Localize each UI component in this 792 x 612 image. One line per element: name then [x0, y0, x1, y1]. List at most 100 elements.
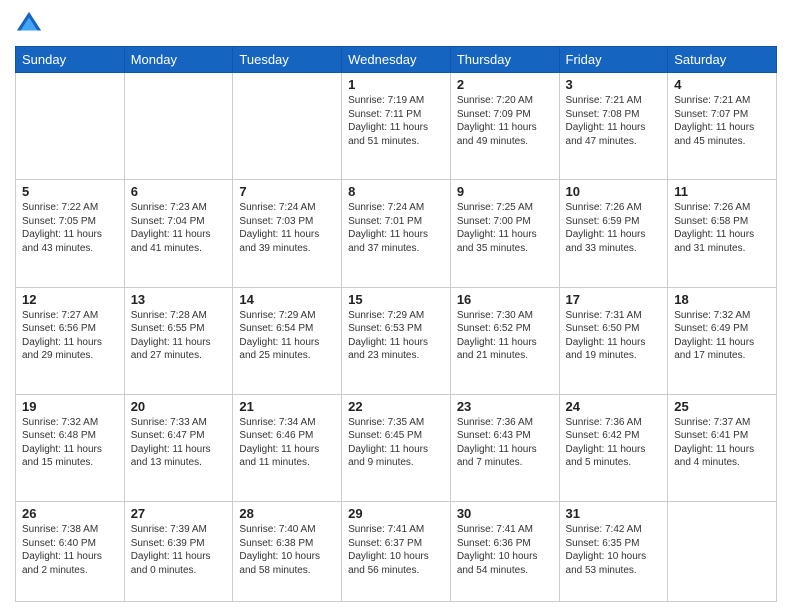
day-number: 24 [566, 399, 662, 414]
day-info: Sunrise: 7:21 AM Sunset: 7:07 PM Dayligh… [674, 94, 770, 148]
calendar-week-2: 12 Sunrise: 7:27 AM Sunset: 6:56 PM Dayli… [16, 287, 777, 394]
day-number: 20 [131, 399, 227, 414]
logo [15, 10, 45, 38]
calendar-header-monday: Monday [124, 47, 233, 73]
calendar-cell: 18 Sunrise: 7:32 AM Sunset: 6:49 PM Dayli… [668, 287, 777, 394]
calendar-cell: 8 Sunrise: 7:24 AM Sunset: 7:01 PM Daylig… [342, 180, 451, 287]
day-info: Sunrise: 7:36 AM Sunset: 6:43 PM Dayligh… [457, 416, 553, 470]
day-number: 15 [348, 292, 444, 307]
calendar-cell: 24 Sunrise: 7:36 AM Sunset: 6:42 PM Dayli… [559, 394, 668, 501]
day-info: Sunrise: 7:42 AM Sunset: 6:35 PM Dayligh… [566, 523, 662, 577]
day-info: Sunrise: 7:32 AM Sunset: 6:49 PM Dayligh… [674, 309, 770, 363]
day-number: 27 [131, 506, 227, 521]
day-number: 22 [348, 399, 444, 414]
calendar-header-friday: Friday [559, 47, 668, 73]
day-number: 17 [566, 292, 662, 307]
day-info: Sunrise: 7:23 AM Sunset: 7:04 PM Dayligh… [131, 201, 227, 255]
day-number: 12 [22, 292, 118, 307]
day-info: Sunrise: 7:26 AM Sunset: 6:58 PM Dayligh… [674, 201, 770, 255]
day-info: Sunrise: 7:33 AM Sunset: 6:47 PM Dayligh… [131, 416, 227, 470]
day-number: 13 [131, 292, 227, 307]
day-number: 10 [566, 184, 662, 199]
calendar-cell: 17 Sunrise: 7:31 AM Sunset: 6:50 PM Dayli… [559, 287, 668, 394]
day-number: 30 [457, 506, 553, 521]
day-number: 14 [239, 292, 335, 307]
day-number: 31 [566, 506, 662, 521]
calendar-cell: 31 Sunrise: 7:42 AM Sunset: 6:35 PM Dayli… [559, 502, 668, 602]
calendar-cell: 11 Sunrise: 7:26 AM Sunset: 6:58 PM Dayli… [668, 180, 777, 287]
calendar-cell: 23 Sunrise: 7:36 AM Sunset: 6:43 PM Dayli… [450, 394, 559, 501]
day-info: Sunrise: 7:29 AM Sunset: 6:53 PM Dayligh… [348, 309, 444, 363]
calendar-cell: 22Sunrise: 7:35 AM Sunset: 6:45 PM Dayli… [342, 394, 451, 501]
day-info: Sunrise: 7:36 AM Sunset: 6:42 PM Dayligh… [566, 416, 662, 470]
calendar-week-0: 1 Sunrise: 7:19 AM Sunset: 7:11 PM Daylig… [16, 73, 777, 180]
day-number: 5 [22, 184, 118, 199]
calendar-cell: 20 Sunrise: 7:33 AM Sunset: 6:47 PM Dayli… [124, 394, 233, 501]
day-number: 26 [22, 506, 118, 521]
day-info: Sunrise: 7:30 AM Sunset: 6:52 PM Dayligh… [457, 309, 553, 363]
calendar-cell: 14 Sunrise: 7:29 AM Sunset: 6:54 PM Dayli… [233, 287, 342, 394]
day-number: 25 [674, 399, 770, 414]
day-info: Sunrise: 7:21 AM Sunset: 7:08 PM Dayligh… [566, 94, 662, 148]
day-info: Sunrise: 7:19 AM Sunset: 7:11 PM Dayligh… [348, 94, 444, 148]
day-info: Sunrise: 7:31 AM Sunset: 6:50 PM Dayligh… [566, 309, 662, 363]
calendar-week-4: 26 Sunrise: 7:38 AM Sunset: 6:40 PM Dayli… [16, 502, 777, 602]
day-info: Sunrise: 7:34 AM Sunset: 6:46 PM Dayligh… [239, 416, 335, 470]
day-info: Sunrise: 7:25 AM Sunset: 7:00 PM Dayligh… [457, 201, 553, 255]
calendar-cell: 29 Sunrise: 7:41 AM Sunset: 6:37 PM Dayli… [342, 502, 451, 602]
day-number: 9 [457, 184, 553, 199]
page-container: SundayMondayTuesdayWednesdayThursdayFrid… [0, 0, 792, 612]
calendar-header-sunday: Sunday [16, 47, 125, 73]
day-number: 2 [457, 77, 553, 92]
day-info: Sunrise: 7:24 AM Sunset: 7:01 PM Dayligh… [348, 201, 444, 255]
calendar-cell: 19 Sunrise: 7:32 AM Sunset: 6:48 PM Dayli… [16, 394, 125, 501]
calendar-cell: 16 Sunrise: 7:30 AM Sunset: 6:52 PM Dayli… [450, 287, 559, 394]
day-number: 29 [348, 506, 444, 521]
calendar-cell [16, 73, 125, 180]
day-number: 1 [348, 77, 444, 92]
calendar-cell: 2Sunrise: 7:20 AM Sunset: 7:09 PM Daylig… [450, 73, 559, 180]
calendar-cell: 3 Sunrise: 7:21 AM Sunset: 7:08 PM Daylig… [559, 73, 668, 180]
calendar-cell: 10 Sunrise: 7:26 AM Sunset: 6:59 PM Dayli… [559, 180, 668, 287]
day-info: Sunrise: 7:41 AM Sunset: 6:37 PM Dayligh… [348, 523, 444, 577]
day-info: Sunrise: 7:29 AM Sunset: 6:54 PM Dayligh… [239, 309, 335, 363]
calendar-cell: 15 Sunrise: 7:29 AM Sunset: 6:53 PM Dayli… [342, 287, 451, 394]
day-number: 18 [674, 292, 770, 307]
calendar-cell: 25 Sunrise: 7:37 AM Sunset: 6:41 PM Dayli… [668, 394, 777, 501]
day-info: Sunrise: 7:37 AM Sunset: 6:41 PM Dayligh… [674, 416, 770, 470]
day-info: Sunrise: 7:32 AM Sunset: 6:48 PM Dayligh… [22, 416, 118, 470]
day-number: 3 [566, 77, 662, 92]
calendar-header-tuesday: Tuesday [233, 47, 342, 73]
day-info: Sunrise: 7:38 AM Sunset: 6:40 PM Dayligh… [22, 523, 118, 577]
day-number: 8 [348, 184, 444, 199]
calendar-header-wednesday: Wednesday [342, 47, 451, 73]
calendar-cell: 30 Sunrise: 7:41 AM Sunset: 6:36 PM Dayli… [450, 502, 559, 602]
day-info: Sunrise: 7:27 AM Sunset: 6:56 PM Dayligh… [22, 309, 118, 363]
calendar-cell: 13Sunrise: 7:28 AM Sunset: 6:55 PM Dayli… [124, 287, 233, 394]
calendar-cell: 5 Sunrise: 7:22 AM Sunset: 7:05 PM Daylig… [16, 180, 125, 287]
day-info: Sunrise: 7:41 AM Sunset: 6:36 PM Dayligh… [457, 523, 553, 577]
day-number: 16 [457, 292, 553, 307]
day-number: 23 [457, 399, 553, 414]
calendar-cell: 21Sunrise: 7:34 AM Sunset: 6:46 PM Dayli… [233, 394, 342, 501]
day-info: Sunrise: 7:24 AM Sunset: 7:03 PM Dayligh… [239, 201, 335, 255]
calendar-cell: 27Sunrise: 7:39 AM Sunset: 6:39 PM Dayli… [124, 502, 233, 602]
day-number: 11 [674, 184, 770, 199]
header [15, 10, 777, 38]
calendar-cell: 9 Sunrise: 7:25 AM Sunset: 7:00 PM Daylig… [450, 180, 559, 287]
day-info: Sunrise: 7:40 AM Sunset: 6:38 PM Dayligh… [239, 523, 335, 577]
calendar-cell: 28Sunrise: 7:40 AM Sunset: 6:38 PM Dayli… [233, 502, 342, 602]
calendar-cell [233, 73, 342, 180]
day-info: Sunrise: 7:22 AM Sunset: 7:05 PM Dayligh… [22, 201, 118, 255]
day-info: Sunrise: 7:26 AM Sunset: 6:59 PM Dayligh… [566, 201, 662, 255]
calendar-header-row: SundayMondayTuesdayWednesdayThursdayFrid… [16, 47, 777, 73]
calendar-cell: 12 Sunrise: 7:27 AM Sunset: 6:56 PM Dayli… [16, 287, 125, 394]
day-number: 7 [239, 184, 335, 199]
calendar-header-saturday: Saturday [668, 47, 777, 73]
day-number: 6 [131, 184, 227, 199]
calendar-cell: 26 Sunrise: 7:38 AM Sunset: 6:40 PM Dayli… [16, 502, 125, 602]
calendar-table: SundayMondayTuesdayWednesdayThursdayFrid… [15, 46, 777, 602]
calendar-cell [124, 73, 233, 180]
logo-icon [15, 10, 43, 38]
day-number: 19 [22, 399, 118, 414]
